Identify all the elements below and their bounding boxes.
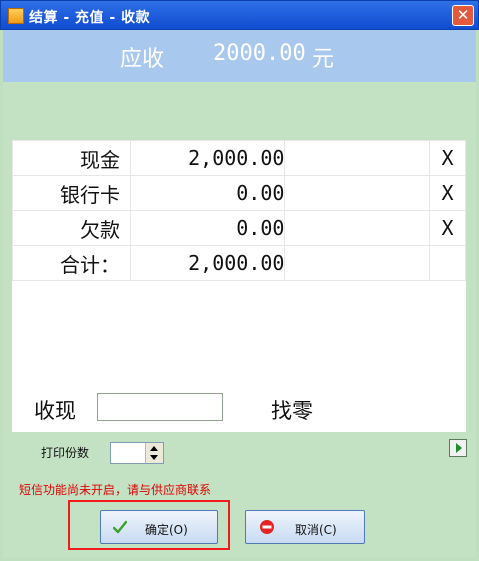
payment-method-name: 现金 xyxy=(12,140,131,176)
print-copies-label: 打印份数 xyxy=(41,446,90,460)
print-copies-stepper[interactable] xyxy=(110,442,164,464)
decrement-arrow-icon[interactable] xyxy=(150,455,158,460)
cancel-button[interactable]: 取消(C) xyxy=(245,510,365,544)
amount-due-value: 2000.00 xyxy=(213,41,306,66)
payment-method-name: 银行卡 xyxy=(12,175,131,211)
increment-arrow-icon[interactable] xyxy=(150,446,158,451)
confirm-button[interactable]: 确定(O) xyxy=(100,510,218,544)
total-blank-cell xyxy=(284,245,430,281)
total-blank-cell xyxy=(429,245,466,281)
cash-received-label: 收现 xyxy=(34,399,76,423)
app-icon xyxy=(8,8,24,24)
amount-due-unit: 元 xyxy=(312,47,335,72)
expand-arrow-button[interactable] xyxy=(449,439,467,457)
cancel-icon xyxy=(260,520,274,534)
total-label: 合计： xyxy=(12,245,131,281)
payment-method-name: 欠款 xyxy=(12,210,131,246)
payment-amount[interactable]: 2,000.00 xyxy=(129,140,286,176)
payment-row-debt: 欠款 0.00 X xyxy=(12,210,466,246)
stepper-buttons[interactable] xyxy=(145,443,163,463)
remove-payment-button[interactable]: X xyxy=(429,175,466,211)
close-button[interactable]: ✕ xyxy=(452,5,474,26)
payment-note-cell xyxy=(284,175,430,211)
cash-received-input[interactable] xyxy=(97,393,223,421)
amount-due-header: 应收 2000.00 元 xyxy=(3,30,476,82)
sms-status-message: 短信功能尚未开启，请与供应商联系 xyxy=(19,483,212,497)
cancel-button-label: 取消(C) xyxy=(295,523,337,537)
confirm-button-label: 确定(O) xyxy=(145,523,188,537)
checkmark-icon xyxy=(113,520,127,534)
remove-payment-button[interactable]: X xyxy=(429,210,466,246)
total-amount: 2,000.00 xyxy=(129,245,286,281)
payment-total-row: 合计： 2,000.00 xyxy=(12,245,466,281)
window-title: 结算 - 充值 - 收款 xyxy=(29,10,151,26)
title-bar: 结算 - 充值 - 收款 ✕ xyxy=(0,0,479,30)
payment-note-cell xyxy=(284,140,430,176)
payment-row-bank-card: 银行卡 0.00 X xyxy=(12,175,466,211)
change-label: 找零 xyxy=(271,399,313,423)
amount-due-label: 应收 xyxy=(120,47,165,72)
dialog-body: 应收 2000.00 元 现金 2,000.00 X 银行卡 0.00 X 欠款… xyxy=(3,30,476,558)
payment-amount[interactable]: 0.00 xyxy=(129,175,286,211)
payment-table: 现金 2,000.00 X 银行卡 0.00 X 欠款 0.00 X 合计： 2… xyxy=(12,140,466,281)
remove-payment-button[interactable]: X xyxy=(429,140,466,176)
payment-amount[interactable]: 0.00 xyxy=(129,210,286,246)
payment-row-cash: 现金 2,000.00 X xyxy=(12,140,466,176)
payment-note-cell xyxy=(284,210,430,246)
payment-panel: 现金 2,000.00 X 银行卡 0.00 X 欠款 0.00 X 合计： 2… xyxy=(12,140,466,432)
